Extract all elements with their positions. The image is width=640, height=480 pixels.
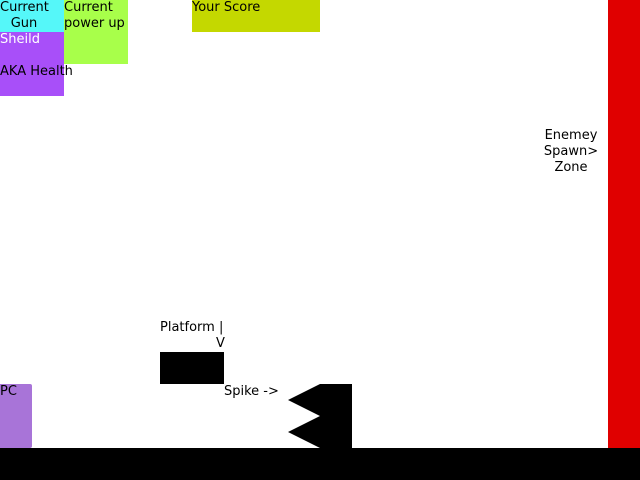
current-powerup-label: Current power up xyxy=(64,0,125,31)
health-label: AKA Health xyxy=(0,64,73,79)
enemy-spawn-zone xyxy=(608,0,640,448)
spike-hazard xyxy=(288,384,352,448)
spike-label: Spike -> xyxy=(224,384,279,399)
player-label: PC xyxy=(0,384,17,399)
platform-label: Platform | xyxy=(160,320,224,335)
shield-label: Sheild xyxy=(0,32,40,47)
current-gun-label: Current Gun xyxy=(0,0,49,31)
enemy-spawn-label: Enemey Spawn> Zone xyxy=(543,128,599,175)
spike-shape xyxy=(288,384,352,448)
platform xyxy=(160,352,224,384)
score-label: Your Score xyxy=(192,0,261,15)
platform-arrow-label: V xyxy=(216,336,225,351)
ground xyxy=(0,448,640,480)
